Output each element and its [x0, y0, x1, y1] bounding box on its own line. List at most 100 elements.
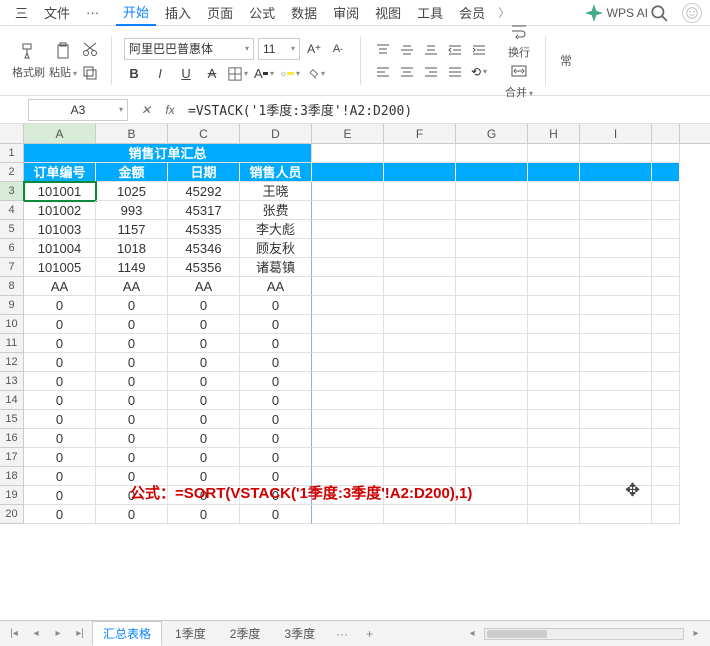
cell-A4[interactable]: 101002	[24, 201, 96, 220]
header-cell[interactable]: 金额	[96, 163, 168, 182]
fx-icon[interactable]: fx	[158, 99, 182, 121]
cell[interactable]	[312, 334, 384, 353]
cell-D3[interactable]: 王晓	[240, 182, 312, 201]
cancel-formula-icon[interactable]: ✕	[134, 99, 158, 121]
cell[interactable]	[456, 410, 528, 429]
cell[interactable]	[580, 296, 652, 315]
cell[interactable]	[652, 239, 680, 258]
row-header-8[interactable]: 8	[0, 277, 24, 296]
cell[interactable]	[384, 163, 456, 182]
cell[interactable]	[652, 182, 680, 201]
cell-C19[interactable]: 0	[168, 486, 240, 505]
cell[interactable]	[580, 239, 652, 258]
cell[interactable]	[652, 220, 680, 239]
cell-B10[interactable]: 0	[96, 315, 168, 334]
decrease-indent-icon[interactable]	[445, 41, 465, 59]
font-color-button[interactable]: A▾	[254, 64, 274, 84]
row-header-18[interactable]: 18	[0, 467, 24, 486]
sheet-tab-q2[interactable]: 2季度	[219, 621, 272, 646]
cell[interactable]	[456, 429, 528, 448]
cell[interactable]	[456, 277, 528, 296]
row-header-10[interactable]: 10	[0, 315, 24, 334]
align-left-icon[interactable]	[373, 63, 393, 81]
cell-A3[interactable]: 101001	[24, 182, 96, 201]
cell-D7[interactable]: 诸葛镇	[240, 258, 312, 277]
cell-A12[interactable]: 0	[24, 353, 96, 372]
col-header-C[interactable]: C	[168, 124, 240, 143]
cell[interactable]	[652, 334, 680, 353]
cut-icon[interactable]	[81, 40, 99, 58]
cell-D20[interactable]: 0	[240, 505, 312, 524]
cell[interactable]	[384, 410, 456, 429]
cell-B9[interactable]: 0	[96, 296, 168, 315]
cell[interactable]	[312, 486, 384, 505]
cell-D9[interactable]: 0	[240, 296, 312, 315]
tab-nav-last-icon[interactable]: ▸|	[70, 624, 90, 644]
cell-A18[interactable]: 0	[24, 467, 96, 486]
cell[interactable]	[528, 410, 580, 429]
select-all-corner[interactable]	[0, 124, 24, 143]
cell-D6[interactable]: 顾友秋	[240, 239, 312, 258]
cell-B6[interactable]: 1018	[96, 239, 168, 258]
row-header-2[interactable]: 2	[0, 163, 24, 182]
cell[interactable]	[652, 410, 680, 429]
row-header-9[interactable]: 9	[0, 296, 24, 315]
cell-B11[interactable]: 0	[96, 334, 168, 353]
cell[interactable]	[528, 201, 580, 220]
cell[interactable]	[528, 258, 580, 277]
cell-C13[interactable]: 0	[168, 372, 240, 391]
cell[interactable]	[528, 277, 580, 296]
row-header-4[interactable]: 4	[0, 201, 24, 220]
cell[interactable]	[312, 296, 384, 315]
cell-D5[interactable]: 李大彪	[240, 220, 312, 239]
header-cell[interactable]: 订单编号	[24, 163, 96, 182]
ribbon-overflow[interactable]: 常	[560, 52, 572, 69]
cell[interactable]	[312, 505, 384, 524]
col-header-H[interactable]: H	[528, 124, 580, 143]
underline-button[interactable]: U	[176, 64, 196, 84]
search-icon[interactable]	[650, 4, 668, 22]
cell[interactable]	[580, 220, 652, 239]
cell[interactable]	[652, 277, 680, 296]
wps-ai-button[interactable]: WPS AI	[585, 4, 648, 22]
cell-C14[interactable]: 0	[168, 391, 240, 410]
cell[interactable]	[652, 429, 680, 448]
cell[interactable]	[528, 296, 580, 315]
clear-button[interactable]: ▾	[306, 64, 326, 84]
cell[interactable]	[456, 448, 528, 467]
cell-B15[interactable]: 0	[96, 410, 168, 429]
cell-C17[interactable]: 0	[168, 448, 240, 467]
cell[interactable]	[312, 372, 384, 391]
row-header-16[interactable]: 16	[0, 429, 24, 448]
cell[interactable]	[384, 372, 456, 391]
align-center-icon[interactable]	[397, 63, 417, 81]
cell[interactable]	[580, 334, 652, 353]
tab-member[interactable]: 会员	[452, 0, 492, 25]
cell[interactable]	[384, 467, 456, 486]
cell[interactable]	[580, 258, 652, 277]
cell-D10[interactable]: 0	[240, 315, 312, 334]
cell-A10[interactable]: 0	[24, 315, 96, 334]
hscroll-left-icon[interactable]: ◂	[462, 624, 482, 644]
cell-C6[interactable]: 45346	[168, 239, 240, 258]
col-header-G[interactable]: G	[456, 124, 528, 143]
cell[interactable]	[652, 391, 680, 410]
cell-D8[interactable]: AA	[240, 277, 312, 296]
cell[interactable]	[312, 144, 384, 163]
font-name-select[interactable]: 阿里巴巴普惠体▾	[124, 38, 254, 60]
cell[interactable]	[580, 505, 652, 524]
fill-color-button[interactable]: ▾	[280, 64, 300, 84]
copy-icon[interactable]	[81, 64, 99, 82]
tab-page[interactable]: 页面	[200, 0, 240, 25]
bold-button[interactable]: B	[124, 64, 144, 84]
cell[interactable]	[384, 220, 456, 239]
cell[interactable]	[528, 505, 580, 524]
cell[interactable]	[528, 429, 580, 448]
cell[interactable]	[652, 163, 680, 182]
cell[interactable]	[312, 201, 384, 220]
cell-A8[interactable]: AA	[24, 277, 96, 296]
cell-D18[interactable]: 0	[240, 467, 312, 486]
cell[interactable]	[652, 296, 680, 315]
cell[interactable]	[384, 277, 456, 296]
cell[interactable]	[456, 372, 528, 391]
